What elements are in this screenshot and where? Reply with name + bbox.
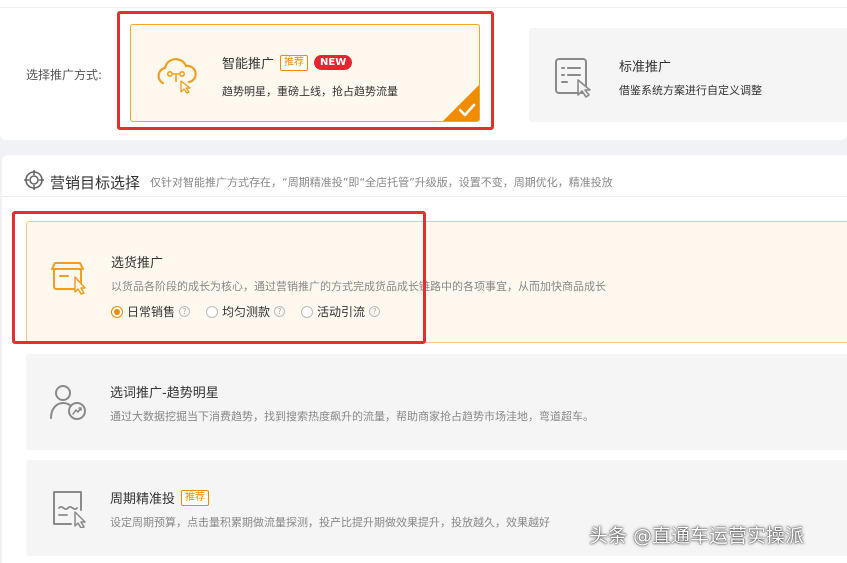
user-trend-icon xyxy=(49,382,89,422)
highlight-box-goods xyxy=(12,211,426,344)
keyword-promotion-card[interactable]: 选词推广-趋势明星 通过大数据挖掘当下消费趋势，找到搜索热度飙升的流量，帮助商家… xyxy=(26,354,847,450)
keyword-promotion-title: 选词推广-趋势明星 xyxy=(110,386,219,401)
top-strip xyxy=(0,0,847,8)
marketing-goal-header: 营销目标选择 仅针对智能推广方式存在，“周期精准投”即“全店托管”升级版，设置不… xyxy=(24,170,613,194)
watermark-text: 头条 @直通车运营实操派 xyxy=(589,525,805,547)
highlight-box-smart xyxy=(117,11,494,130)
document-list-icon xyxy=(553,56,597,98)
period-promotion-title: 周期精准投 xyxy=(110,492,176,507)
marketing-goal-subtitle: 仅针对智能推广方式存在，“周期精准投”即“全店托管”升级版，设置不变，周期优化，… xyxy=(150,176,613,189)
promotion-method-label: 选择推广方式: xyxy=(26,68,103,82)
period-chart-icon xyxy=(49,488,89,529)
standard-promotion-title: 标准推广 xyxy=(619,60,672,75)
period-promotion-desc: 设定周期预算，点击量积累期做流量探测，投产比提升期做效果提升，投放越久，效果越好 xyxy=(110,516,550,529)
standard-promotion-desc: 借鉴系统方案进行自定义调整 xyxy=(619,84,762,97)
standard-promotion-card[interactable]: 标准推广 借鉴系统方案进行自定义调整 xyxy=(529,28,847,122)
marketing-goal-title: 营销目标选择 xyxy=(50,173,141,192)
section-divider xyxy=(2,196,847,197)
keyword-promotion-desc: 通过大数据挖掘当下消费趋势，找到搜索热度飙升的流量，帮助商家抢占趋势市场洼地，弯… xyxy=(110,410,594,423)
recommend-tag: 推荐 xyxy=(181,489,210,506)
target-icon xyxy=(24,170,44,194)
